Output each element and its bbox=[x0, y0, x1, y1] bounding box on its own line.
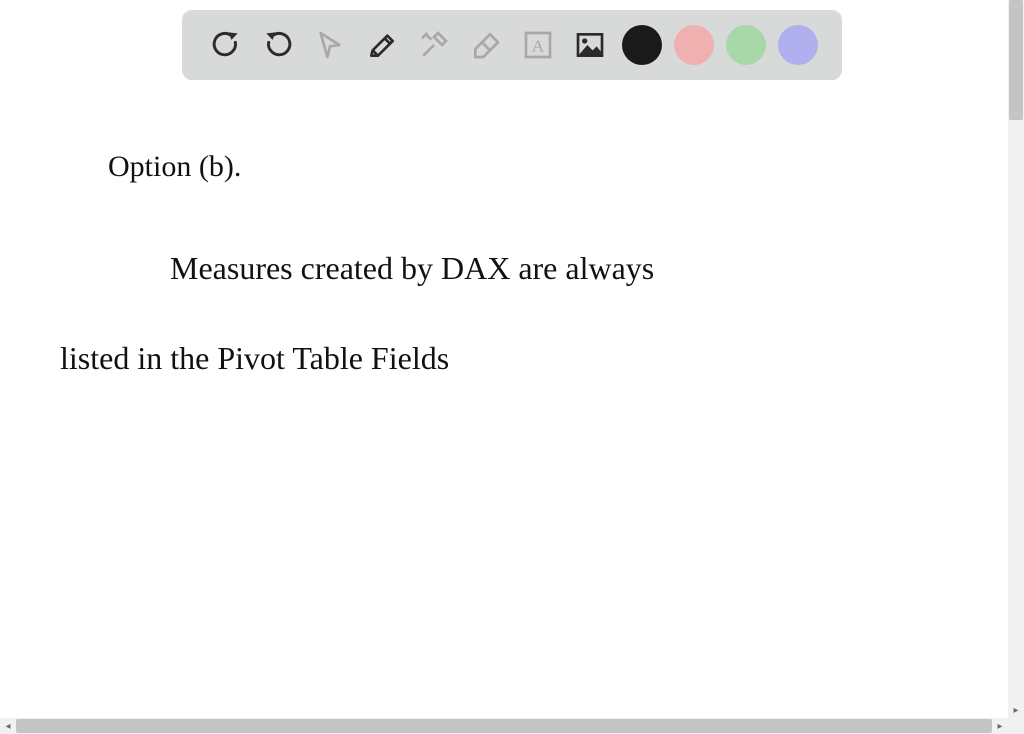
cursor-icon bbox=[314, 29, 346, 61]
text-tool-button[interactable]: A bbox=[518, 25, 558, 65]
scroll-right-arrow-icon[interactable]: ▸ bbox=[992, 718, 1008, 734]
color-pink-button[interactable] bbox=[674, 25, 714, 65]
svg-text:A: A bbox=[532, 37, 545, 56]
vertical-scrollbar-thumb[interactable] bbox=[1009, 0, 1023, 120]
pencil-icon bbox=[366, 29, 398, 61]
handwritten-text-line-2: Measures created by DAX are always bbox=[170, 250, 654, 287]
horizontal-scrollbar-thumb[interactable] bbox=[16, 719, 992, 733]
horizontal-scrollbar[interactable]: ◂ ▸ bbox=[0, 718, 1008, 734]
eraser-icon bbox=[470, 29, 502, 61]
eraser-tool-button[interactable] bbox=[466, 25, 506, 65]
handwritten-text-line-1: Option (b). bbox=[108, 150, 241, 184]
canvas-viewport[interactable]: A Option (b). Measures created by DAX ar… bbox=[0, 0, 1008, 718]
pencil-tool-button[interactable] bbox=[362, 25, 402, 65]
scroll-down-arrow-icon[interactable]: ▸ bbox=[1008, 702, 1024, 718]
image-icon bbox=[574, 29, 606, 61]
scroll-left-arrow-icon[interactable]: ◂ bbox=[0, 718, 16, 734]
handwritten-text-line-3: listed in the Pivot Table Fields bbox=[60, 340, 449, 377]
text-icon: A bbox=[522, 29, 554, 61]
color-purple-button[interactable] bbox=[778, 25, 818, 65]
undo-button[interactable] bbox=[206, 25, 246, 65]
scroll-corner bbox=[1008, 718, 1024, 734]
drawing-toolbar: A bbox=[182, 10, 842, 80]
color-black-button[interactable] bbox=[622, 25, 662, 65]
redo-button[interactable] bbox=[258, 25, 298, 65]
select-tool-button[interactable] bbox=[310, 25, 350, 65]
color-green-button[interactable] bbox=[726, 25, 766, 65]
redo-icon bbox=[262, 29, 294, 61]
tools-icon bbox=[418, 29, 450, 61]
image-tool-button[interactable] bbox=[570, 25, 610, 65]
vertical-scrollbar[interactable]: ▸ bbox=[1008, 0, 1024, 718]
tools-button[interactable] bbox=[414, 25, 454, 65]
undo-icon bbox=[210, 29, 242, 61]
